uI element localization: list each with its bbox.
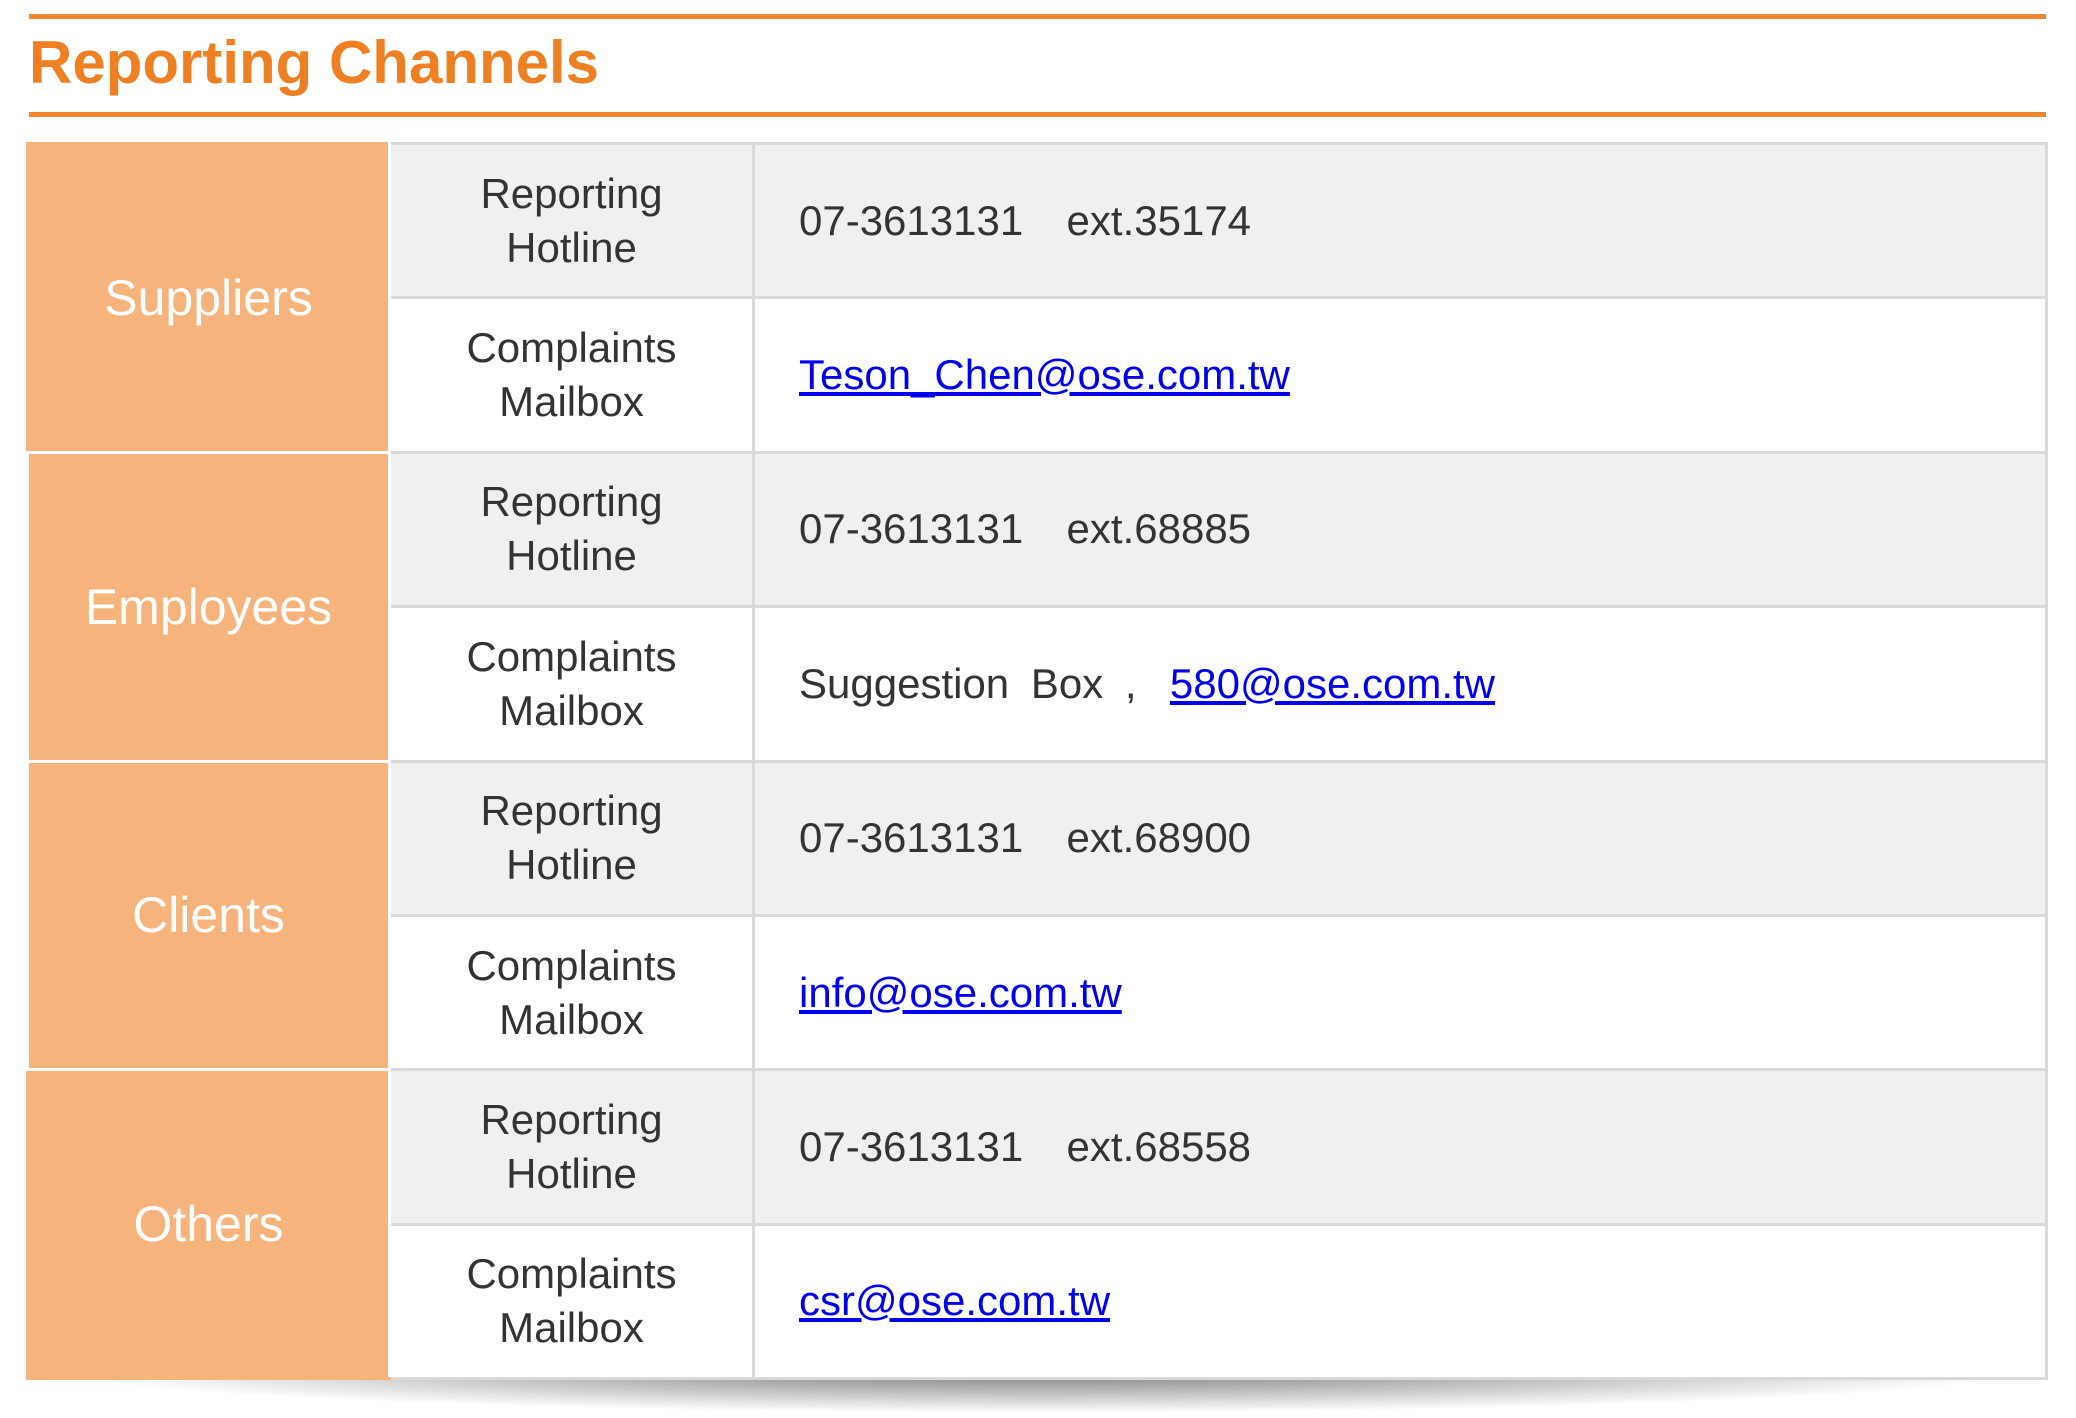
hotline-value: 07-3613131 ext.68885 [752,450,2048,609]
group-cell-employees: Employees [26,450,391,763]
hotline-number: 07-3613131 ext.35174 [799,196,1252,244]
channel-type-mailbox: Complaints Mailbox [388,913,755,1072]
mailbox-value: Teson_Chen@ose.com.tw [752,296,2048,454]
channel-type-line: Mailbox [499,686,644,734]
channel-type-line: Reporting [480,478,663,526]
channel-type-mailbox: Complaints Mailbox [388,1222,755,1381]
hotline-value: 07-3613131 ext.68558 [752,1068,2048,1226]
table-row: Others Reporting Hotline 07-3613131 ext.… [26,1068,2048,1380]
group-cell-others: Others [26,1068,391,1380]
channel-type-mailbox: Complaints Mailbox [388,605,755,763]
channel-type-line: Mailbox [499,378,644,426]
email-link[interactable]: Teson_Chen@ose.com.tw [799,351,1290,398]
channel-type-hotline: Reporting Hotline [388,141,755,300]
channel-type-line: Hotline [506,532,637,580]
suggestion-box-text: Suggestion Box , [799,659,1159,707]
group-cell-suppliers: Suppliers [26,142,391,454]
email-link[interactable]: info@ose.com.tw [799,969,1122,1016]
group-cell-clients: Clients [26,759,391,1072]
channel-type-line: Hotline [506,223,637,271]
channel-type-mailbox: Complaints Mailbox [388,296,755,454]
title-bottom-rule [29,112,2046,117]
channel-type-line: Mailbox [499,1304,644,1352]
hotline-value: 07-3613131 ext.68900 [752,759,2048,917]
mailbox-value: Suggestion Box , 580@ose.com.tw [752,605,2048,763]
channel-type-hotline: Reporting Hotline [388,759,755,917]
table-row: Employees Reporting Hotline 07-3613131 e… [26,450,2048,763]
hotline-value: 07-3613131 ext.35174 [752,141,2048,300]
channel-type-line: Hotline [506,841,637,889]
email-link[interactable]: 580@ose.com.tw [1170,660,1495,707]
title-top-rule [29,14,2046,19]
hotline-number: 07-3613131 ext.68558 [799,1122,1252,1170]
channel-type-hotline: Reporting Hotline [388,450,755,609]
mailbox-value: csr@ose.com.tw [752,1222,2048,1381]
reporting-channels-table: Suppliers Reporting Hotline 07-3613131 e… [26,141,2048,1381]
channel-type-line: Complaints [466,632,677,680]
mailbox-value: info@ose.com.tw [752,913,2048,1072]
channel-type-line: Reporting [480,787,663,835]
page-title: Reporting Channels [29,29,600,96]
channel-type-hotline: Reporting Hotline [388,1068,755,1226]
table-row: Suppliers Reporting Hotline 07-3613131 e… [26,141,2048,454]
hotline-number: 07-3613131 ext.68900 [799,814,1252,862]
channel-type-line: Complaints [466,941,677,989]
channel-type-line: Hotline [506,1149,637,1197]
channel-type-line: Reporting [480,1095,663,1143]
channel-type-line: Complaints [466,1250,677,1298]
channel-type-line: Reporting [480,169,663,217]
channel-type-line: Complaints [466,324,677,372]
channel-type-line: Mailbox [499,995,644,1043]
email-link[interactable]: csr@ose.com.tw [799,1277,1110,1324]
table-row: Clients Reporting Hotline 07-3613131 ext… [26,759,2048,1072]
hotline-number: 07-3613131 ext.68885 [799,505,1252,553]
